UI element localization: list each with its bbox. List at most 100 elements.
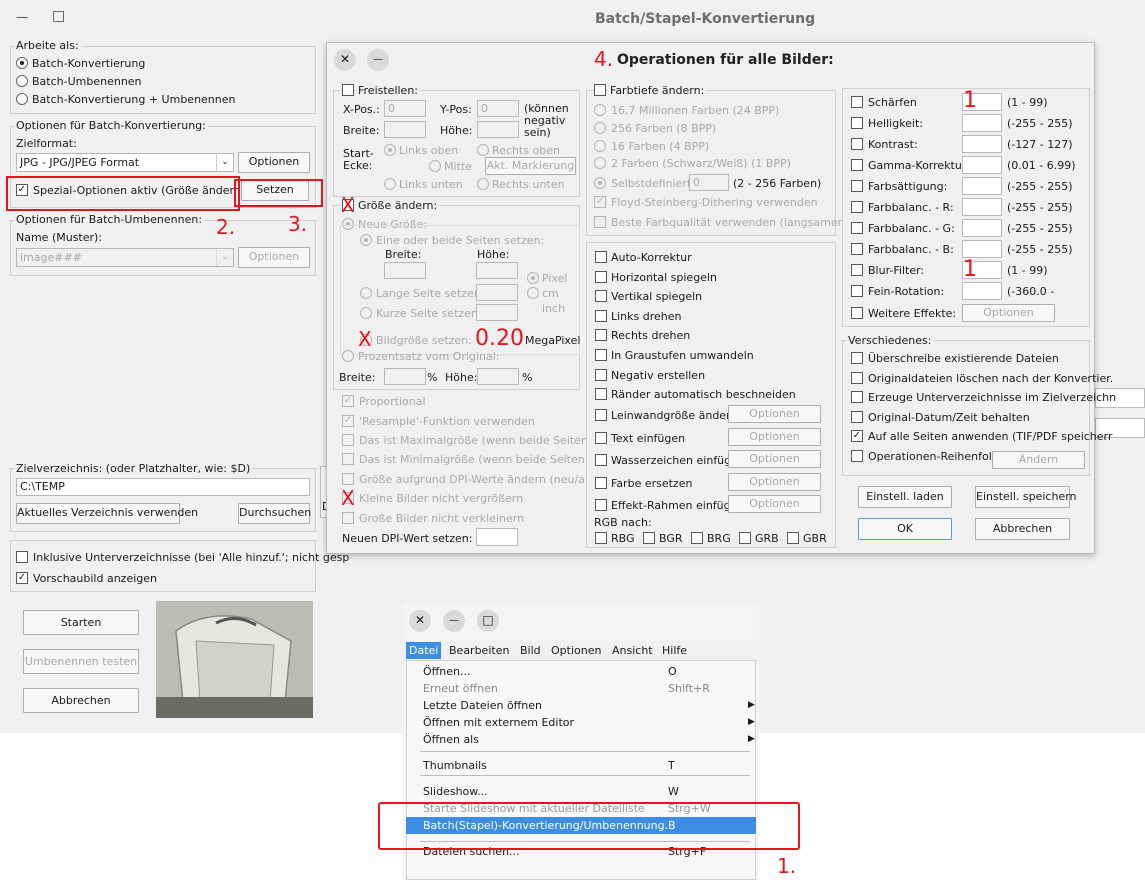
menu-item[interactable]: Öffnen... O: [406, 663, 756, 680]
transform-checkbox[interactable]: [595, 329, 607, 342]
resize-label[interactable]: Größe ändern:: [356, 199, 440, 212]
transform-label[interactable]: Links drehen: [611, 310, 682, 323]
effect-label[interactable]: Wasserzeichen einfüg.: [611, 454, 735, 467]
effect-options-button[interactable]: Optionen: [728, 450, 821, 468]
adjust-checkbox[interactable]: [851, 285, 863, 297]
depth-24-label[interactable]: 16,7 Millionen Farben (24 BPP): [611, 104, 779, 117]
crop-checkbox[interactable]: [342, 84, 354, 96]
transform-checkbox[interactable]: [595, 368, 607, 381]
corner-top-right-label[interactable]: Rechts oben: [492, 144, 560, 157]
rgb-checkbox[interactable]: [739, 532, 751, 544]
cancel-button[interactable]: Abbrechen: [23, 688, 139, 713]
rgb-checkbox[interactable]: [595, 532, 607, 544]
unit-inch-label[interactable]: inch: [542, 302, 565, 315]
depth-4-label[interactable]: 16 Farben (4 BPP): [611, 140, 709, 153]
best-quality-label[interactable]: Beste Farbqualität verwenden (langsamer): [611, 216, 846, 229]
corner-center-radio[interactable]: [429, 160, 441, 172]
misc-label[interactable]: Operationen-Reihenfolge: [868, 450, 1006, 463]
rgb-label[interactable]: BGR: [659, 532, 683, 545]
adjust-label[interactable]: Fein-Rotation:: [868, 285, 944, 298]
radio-batch-rename[interactable]: [16, 75, 28, 87]
floyd-checkbox[interactable]: ✓: [594, 196, 606, 208]
rgb-label[interactable]: GRB: [755, 532, 779, 545]
adjust-label[interactable]: Schärfen: [868, 96, 917, 109]
misc-label[interactable]: Auf alle Seiten anwenden (TIF/PDF speich…: [868, 430, 1112, 443]
dialog-cancel-button[interactable]: Abbrechen: [975, 518, 1070, 540]
transform-checkbox[interactable]: [595, 388, 607, 401]
rgb-checkbox[interactable]: [643, 532, 655, 544]
rgb-label[interactable]: BRG: [707, 532, 731, 545]
proportional-checkbox[interactable]: ✓: [342, 395, 354, 407]
menubar-bild[interactable]: Bild: [520, 644, 541, 657]
target-format-select[interactable]: JPG - JPG/JPEG Format ⌄: [16, 153, 234, 172]
radio-batch-convert-label[interactable]: Batch-Konvertierung: [32, 57, 145, 70]
transform-label[interactable]: Horizontal spiegeln: [611, 271, 717, 284]
adjust-checkbox[interactable]: [851, 138, 863, 150]
depth-1-label[interactable]: 2 Farben (Schwarz/Weiß) (1 BPP): [611, 157, 791, 170]
show-preview-checkbox[interactable]: ✓: [16, 572, 28, 584]
include-subdirs-label[interactable]: Inklusive Unterverzeichnisse (bei 'Alle …: [33, 551, 349, 564]
corner-top-left-label[interactable]: Links oben: [399, 144, 458, 157]
crop-height-input[interactable]: [477, 121, 519, 138]
unit-pixel-radio[interactable]: [527, 272, 539, 284]
transform-label[interactable]: Auto-Korrektur: [611, 251, 692, 264]
reorder-change-button[interactable]: Ändern: [992, 451, 1085, 469]
depth-custom-label[interactable]: Selbstdefiniert:: [611, 177, 695, 190]
rgb-label[interactable]: RBG: [611, 532, 635, 545]
menu-item[interactable]: Letzte Dateien öffnen ▶: [406, 697, 756, 714]
no-shrink-label[interactable]: Große Bilder nicht verkleinern: [359, 512, 524, 525]
include-subdirs-checkbox[interactable]: [16, 551, 28, 563]
one-or-both-label[interactable]: Eine oder beide Seiten setzen:: [376, 234, 544, 247]
best-quality-checkbox[interactable]: [594, 216, 606, 228]
load-settings-button[interactable]: Einstell. laden: [858, 486, 952, 508]
corner-bottom-left-label[interactable]: Links unten: [399, 178, 463, 191]
transform-checkbox[interactable]: [595, 349, 607, 361]
menubar-ansicht[interactable]: Ansicht: [612, 644, 653, 657]
menu-item[interactable]: Erneut öffnen Shift+R: [406, 680, 756, 697]
transform-label[interactable]: In Graustufen umwandeln: [611, 349, 754, 362]
adjust-label[interactable]: Farbbalanc. - B:: [868, 243, 954, 256]
depth-custom-radio[interactable]: [594, 177, 606, 189]
menu-item[interactable]: Öffnen als ▶: [406, 731, 756, 748]
transform-label[interactable]: Ränder automatisch beschneiden: [611, 388, 796, 401]
more-effects-label[interactable]: Weitere Effekte:: [868, 307, 956, 320]
menu-item[interactable]: Öffnen mit externem Editor ▶: [406, 714, 756, 731]
effect-options-button[interactable]: Optionen: [728, 472, 821, 491]
minimize-icon[interactable]: —: [367, 49, 389, 71]
one-or-both-radio[interactable]: [360, 234, 372, 246]
misc-checkbox[interactable]: ✓: [851, 430, 863, 443]
min-size-checkbox[interactable]: [342, 453, 354, 465]
more-effects-button[interactable]: Optionen: [962, 304, 1055, 322]
menu-item[interactable]: Thumbnails T: [406, 757, 756, 774]
rgb-checkbox[interactable]: [691, 532, 703, 544]
transform-label[interactable]: Rechts drehen: [611, 329, 690, 342]
misc-checkbox[interactable]: [851, 410, 863, 423]
format-options-button[interactable]: Optionen: [238, 152, 310, 173]
short-side-input[interactable]: [476, 304, 518, 321]
short-side-label[interactable]: Kurze Seite setzen:: [376, 307, 482, 320]
transform-checkbox[interactable]: [595, 251, 607, 263]
depth-24-radio[interactable]: [594, 104, 606, 116]
close-icon[interactable]: ✕: [334, 49, 356, 71]
proportional-label[interactable]: Proportional: [359, 395, 426, 408]
transform-label[interactable]: Vertikal spiegeln: [611, 290, 702, 303]
maximize-icon[interactable]: □: [52, 8, 65, 24]
resize-width-input[interactable]: [384, 262, 426, 279]
max-size-label[interactable]: Das ist Maximalgröße (wenn beide Seiten …: [359, 434, 609, 447]
color-depth-checkbox[interactable]: [594, 84, 606, 96]
resize-height-input[interactable]: [476, 262, 518, 279]
use-current-dir-button[interactable]: Aktuelles Verzeichnis verwenden: [16, 503, 198, 524]
adjust-label[interactable]: Blur-Filter:: [868, 264, 924, 277]
effect-checkbox[interactable]: [595, 409, 607, 421]
maximize-icon[interactable]: □: [477, 610, 499, 632]
browse-button[interactable]: Durchsuchen: [238, 503, 311, 524]
effect-options-button[interactable]: Optionen: [728, 495, 821, 513]
adjust-input[interactable]: [962, 219, 1002, 237]
effect-checkbox[interactable]: [595, 499, 607, 511]
menubar-bearbeiten[interactable]: Bearbeiten: [449, 644, 509, 657]
adjust-checkbox[interactable]: [851, 264, 863, 276]
unit-cm-radio[interactable]: [527, 287, 539, 299]
percent-label[interactable]: Prozentsatz vom Original:: [358, 350, 500, 363]
misc-label[interactable]: Original-Datum/Zeit behalten: [868, 411, 1030, 424]
corner-top-right-radio[interactable]: [477, 144, 489, 156]
